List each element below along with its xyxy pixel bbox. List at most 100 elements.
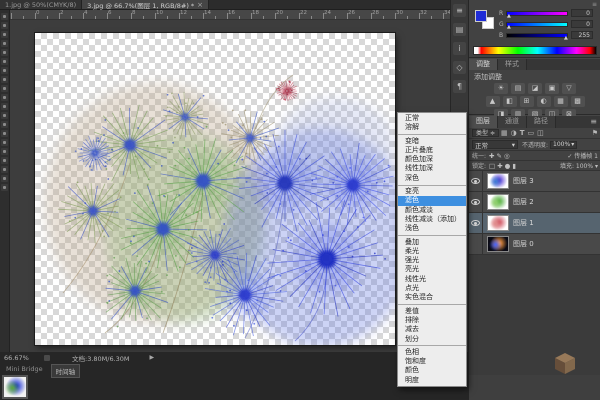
slider-marker[interactable]: ▲ [507, 24, 511, 30]
adjustment-icon[interactable]: ▲ [486, 96, 500, 107]
tab-通道[interactable]: 通道 [498, 116, 527, 128]
layer-row[interactable]: 图层 0 [469, 234, 600, 255]
lock-icon[interactable]: □ [489, 162, 495, 170]
color-slider-track[interactable]: ▲ [506, 33, 568, 38]
document-tab[interactable]: 1.jpg @ 50%(CMYK/8) [0, 0, 82, 9]
layer-thumbnail[interactable] [487, 236, 509, 252]
blend-mode-item[interactable]: 变亮 [398, 187, 466, 196]
eyedropper-tool-icon[interactable] [1, 58, 8, 65]
blend-mode-item[interactable]: 颜色减淡 [398, 206, 466, 215]
unify-icon[interactable]: ✚ [489, 152, 494, 160]
type-tool-icon[interactable] [1, 148, 8, 155]
slider-marker[interactable]: ▲ [564, 35, 568, 41]
fill-value[interactable]: 100% [576, 163, 593, 170]
filter-kind-dropdown[interactable]: 类型 ≑ [472, 129, 499, 137]
adjustment-icon[interactable]: ▦ [554, 96, 568, 107]
blend-mode-dropdown[interactable]: 正常 ▾ [472, 140, 518, 149]
blend-mode-item[interactable]: 饱和度 [398, 357, 466, 366]
visibility-toggle[interactable] [469, 234, 483, 255]
adjustment-icon[interactable]: ◐ [537, 96, 551, 107]
blend-mode-item[interactable]: 线性减淡（添加） [398, 215, 466, 224]
zoom-tool-icon[interactable] [1, 184, 8, 191]
color-spectrum-ramp[interactable] [473, 46, 597, 55]
path-select-tool-icon[interactable] [1, 157, 8, 164]
visibility-toggle[interactable] [469, 192, 483, 213]
layer-row[interactable]: 图层 3 [469, 171, 600, 192]
visibility-toggle[interactable] [469, 171, 483, 192]
gradient-tool-icon[interactable] [1, 112, 8, 119]
adjustment-icon[interactable]: ▤ [511, 83, 525, 94]
layer-thumbnail[interactable] [487, 194, 509, 210]
adjustment-icon[interactable]: ⊞ [520, 96, 534, 107]
visibility-toggle[interactable] [469, 213, 483, 234]
layer-filter-icon[interactable]: ▭ [527, 129, 534, 137]
blend-mode-item[interactable]: 线性光 [398, 275, 466, 284]
color-panel-menu-icon[interactable]: ≡ [592, 1, 597, 8]
tab-调整[interactable]: 调整 [469, 59, 498, 70]
status-options-arrow[interactable]: ▶ [150, 354, 155, 361]
bottom-tab-1[interactable]: 时间轴 [51, 364, 81, 378]
adjustment-icon[interactable]: ◧ [503, 96, 517, 107]
blend-mode-item[interactable]: 亮光 [398, 265, 466, 274]
blend-mode-item[interactable]: 颜色加深 [398, 155, 466, 164]
eraser-tool-icon[interactable] [1, 103, 8, 110]
document-canvas[interactable] [35, 33, 395, 345]
blend-mode-item[interactable]: 划分 [398, 335, 466, 344]
hand-tool-icon[interactable] [1, 175, 8, 182]
slider-value-field[interactable]: 0 [571, 20, 593, 28]
adjustment-icon[interactable]: ▩ [571, 96, 585, 107]
blend-mode-item[interactable]: 正片叠底 [398, 146, 466, 155]
adjustment-icon[interactable]: ◪ [528, 83, 542, 94]
tab-路径[interactable]: 路径 [527, 116, 556, 128]
adjustment-icon[interactable]: ▽ [562, 83, 576, 94]
slider-marker[interactable]: ▲ [507, 13, 511, 19]
dodge-tool-icon[interactable] [1, 130, 8, 137]
blend-mode-item[interactable]: 减去 [398, 325, 466, 334]
blend-mode-item[interactable]: 明度 [398, 376, 466, 385]
layer-row[interactable]: 图层 2 [469, 192, 600, 213]
layer-thumbnail[interactable] [487, 173, 509, 189]
adjustment-icon[interactable]: ☀ [494, 83, 508, 94]
mini-bridge-thumbnail[interactable] [2, 375, 28, 399]
blend-mode-item[interactable]: 柔光 [398, 247, 466, 256]
blend-mode-item[interactable]: 变暗 [398, 137, 466, 146]
crop-tool-icon[interactable] [1, 49, 8, 56]
info-panel-icon[interactable]: i [453, 42, 466, 55]
tab-样式[interactable]: 样式 [498, 59, 527, 70]
clone-stamp-tool-icon[interactable] [1, 85, 8, 92]
layer-filter-icon[interactable]: ▦ [501, 129, 508, 137]
pen-tool-icon[interactable] [1, 139, 8, 146]
blur-tool-icon[interactable] [1, 121, 8, 128]
blend-mode-item[interactable]: 强光 [398, 256, 466, 265]
blend-mode-item[interactable]: 浅色 [398, 224, 466, 233]
layers-panel-menu-icon[interactable]: ≡ [590, 116, 600, 128]
blend-mode-item[interactable]: 实色混合 [398, 293, 466, 302]
adjustment-icon[interactable]: ▣ [545, 83, 559, 94]
close-tab-icon[interactable]: × [197, 1, 203, 9]
opacity-dropdown[interactable]: 100% ▾ [550, 141, 577, 149]
history-brush-tool-icon[interactable] [1, 94, 8, 101]
shape-tool-icon[interactable] [1, 166, 8, 173]
slider-value-field[interactable]: 255 [571, 31, 593, 39]
layer-filter-icon[interactable]: T [520, 129, 525, 137]
unify-icon[interactable]: ✎ [496, 152, 501, 160]
history-panel-icon[interactable]: ≡ [453, 4, 466, 17]
slider-value-field[interactable]: 0 [571, 9, 593, 17]
lasso-tool-icon[interactable] [1, 31, 8, 38]
brush-tool-icon[interactable] [1, 76, 8, 83]
document-tab[interactable]: 3.jpg @ 66.7%(图层 1, RGB/8#) *× [82, 0, 209, 9]
unify-icon[interactable]: ◎ [504, 152, 510, 160]
blend-mode-item[interactable]: 排除 [398, 316, 466, 325]
move-tool-icon[interactable] [1, 13, 8, 20]
blend-mode-item[interactable]: 线性加深 [398, 164, 466, 173]
tab-图层[interactable]: 图层 [469, 116, 498, 128]
lock-icon[interactable]: ● [505, 162, 511, 170]
blend-mode-item[interactable]: 点光 [398, 284, 466, 293]
properties-panel-icon[interactable]: ▤ [453, 23, 466, 36]
layer-filter-icon[interactable]: ◑ [511, 129, 517, 137]
healing-brush-tool-icon[interactable] [1, 67, 8, 74]
blend-mode-item[interactable]: 差值 [398, 307, 466, 316]
color-slider-track[interactable]: ▲ [506, 22, 568, 27]
magic-wand-tool-icon[interactable] [1, 40, 8, 47]
blend-mode-item[interactable]: 滤色 [398, 196, 466, 205]
